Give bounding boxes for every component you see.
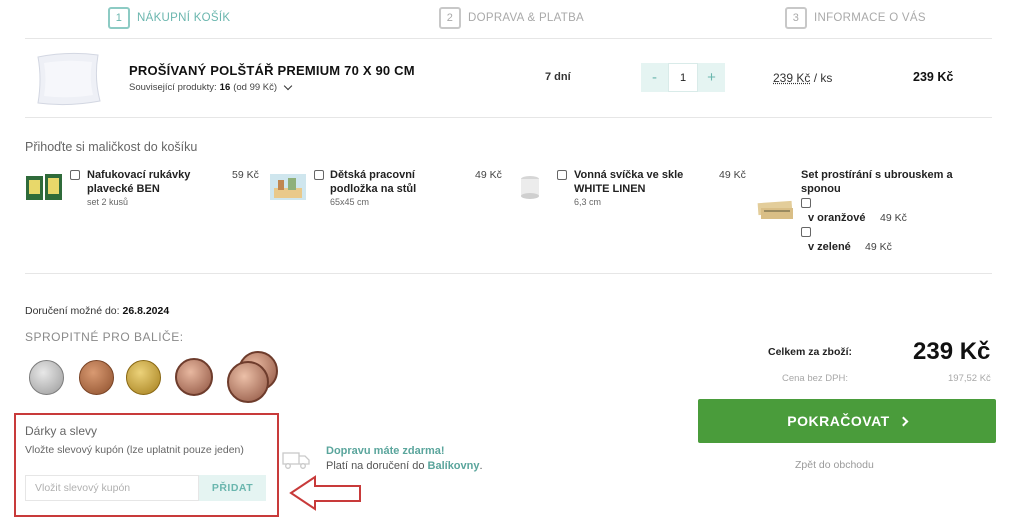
coin-2-icon[interactable] bbox=[79, 360, 114, 395]
delivery-date-value: 26.8.2024 bbox=[122, 305, 170, 317]
addon-name-line: plavecké BEN bbox=[87, 183, 160, 195]
total-label: Celkem za zboží: bbox=[768, 346, 853, 358]
coupon-input[interactable] bbox=[25, 475, 199, 501]
step-cart[interactable]: 1 NÁKUPNÍ KOŠÍK bbox=[108, 7, 230, 29]
candle-image[interactable] bbox=[519, 174, 541, 200]
addon-name-line: Dětská pracovní bbox=[330, 169, 415, 181]
step-label: DOPRAVA & PLATBA bbox=[468, 12, 585, 24]
step-number: 2 bbox=[439, 7, 461, 29]
step-label: INFORMACE O VÁS bbox=[814, 12, 926, 24]
free-shipping-pre: Platí na doručení do bbox=[326, 460, 428, 472]
unit-price: 239 Kč / ks bbox=[773, 71, 832, 85]
addon-name-line: WHITE LINEN bbox=[574, 183, 646, 195]
free-shipping-note: Platí na doručení do Balíkovny. bbox=[326, 460, 483, 472]
continue-button[interactable]: POKRAČOVAT bbox=[698, 399, 996, 443]
addon-name-line: Nafukovací rukávky bbox=[87, 169, 191, 181]
addon-checkbox[interactable] bbox=[314, 170, 324, 180]
variant-price: 49 Kč bbox=[865, 241, 892, 253]
divider bbox=[25, 117, 992, 118]
unit-price-value: 239 Kč bbox=[773, 71, 811, 85]
add-coupon-button[interactable]: PŘIDAT bbox=[199, 475, 266, 501]
play-mat-image[interactable] bbox=[270, 174, 306, 200]
net-price-value: 197,52 Kč bbox=[948, 373, 991, 384]
step-number: 3 bbox=[785, 7, 807, 29]
gifts-text: Vložte slevový kupón (lze uplatnit pouze… bbox=[25, 444, 244, 456]
coin-1-icon[interactable] bbox=[29, 360, 64, 395]
pillow-product-image[interactable] bbox=[34, 49, 102, 107]
addon-name[interactable]: Vonná svíčka ve skle WHITE LINEN bbox=[574, 168, 683, 196]
balikovna-link[interactable]: Balíkovny bbox=[428, 460, 480, 472]
net-price-label: Cena bez DPH: bbox=[782, 373, 849, 384]
coin-5-icon[interactable] bbox=[227, 361, 269, 403]
step-label: NÁKUPNÍ KOŠÍK bbox=[137, 12, 231, 24]
qty-decrease-button[interactable]: - bbox=[641, 63, 668, 92]
addon-checkbox[interactable] bbox=[557, 170, 567, 180]
addon-name-line: sponou bbox=[801, 183, 841, 195]
step-info[interactable]: 3 INFORMACE O VÁS bbox=[785, 7, 926, 29]
unit-suffix: / ks bbox=[810, 71, 833, 85]
addon-price: 59 Kč bbox=[232, 169, 259, 181]
product-name[interactable]: PROŠÍVANÝ POLŠTÁŘ PREMIUM 70 X 90 CM bbox=[129, 63, 415, 78]
arrow-left-icon bbox=[289, 475, 361, 511]
addon-name[interactable]: Dětská pracovní podložka na stůl bbox=[330, 168, 416, 196]
variant-label[interactable]: v zelené bbox=[808, 240, 851, 254]
addon-price: 49 Kč bbox=[475, 169, 502, 181]
addon-sub: 6,3 cm bbox=[574, 197, 602, 207]
related-label: Související produkty: bbox=[129, 82, 217, 93]
free-shipping-post: . bbox=[479, 460, 483, 472]
addon-name-line: Set prostírání s ubrouskem a bbox=[801, 169, 953, 181]
line-total: 239 Kč bbox=[913, 70, 954, 84]
addon-name-line: Vonná svíčka ve skle bbox=[574, 169, 684, 181]
back-to-shop-link[interactable]: Zpět do obchodu bbox=[795, 459, 874, 471]
related-from: (od 99 Kč) bbox=[233, 82, 278, 93]
placemat-set-image[interactable] bbox=[756, 199, 796, 221]
qty-value[interactable]: 1 bbox=[668, 63, 698, 92]
variant-checkbox[interactable] bbox=[801, 227, 811, 237]
addon-name[interactable]: Nafukovací rukávky plavecké BEN bbox=[87, 168, 190, 196]
variant-label[interactable]: v oranžové bbox=[808, 211, 865, 225]
variant-checkbox[interactable] bbox=[801, 198, 811, 208]
addon-price: 49 Kč bbox=[719, 169, 746, 181]
divider bbox=[25, 273, 992, 274]
coin-4-icon[interactable] bbox=[175, 358, 213, 396]
delivery-date: Doručení možné do: 26.8.2024 bbox=[25, 305, 169, 317]
related-products[interactable]: Související produkty: 16 (od 99 Kč) bbox=[129, 81, 293, 93]
truck-icon bbox=[282, 452, 310, 469]
continue-label: POKRAČOVAT bbox=[787, 413, 890, 429]
step-number: 1 bbox=[108, 7, 130, 29]
related-count: 16 bbox=[219, 82, 231, 93]
tip-heading: SPROPITNÉ PRO BALIČE: bbox=[25, 330, 184, 344]
total-value: 239 Kč bbox=[913, 338, 991, 365]
chevron-right-icon bbox=[898, 416, 909, 426]
free-shipping-title: Dopravu máte zdarma! bbox=[326, 445, 445, 457]
quantity-stepper: - 1 + bbox=[641, 63, 725, 92]
step-shipping[interactable]: 2 DOPRAVA & PLATBA bbox=[439, 7, 584, 29]
gifts-heading: Dárky a slevy bbox=[25, 424, 98, 438]
availability: 7 dní bbox=[545, 71, 571, 83]
chevron-down-icon bbox=[283, 81, 293, 91]
addons-heading: Přihoďte si maličkost do košíku bbox=[25, 140, 198, 154]
addon-sub: 65x45 cm bbox=[330, 197, 370, 207]
qty-increase-button[interactable]: + bbox=[698, 63, 725, 92]
addon-name-line: podložka na stůl bbox=[330, 183, 417, 195]
variant-price: 49 Kč bbox=[880, 212, 907, 224]
delivery-label: Doručení možné do: bbox=[25, 305, 120, 317]
addon-sub: set 2 kusů bbox=[87, 197, 129, 207]
armbands-image[interactable] bbox=[25, 172, 63, 202]
coin-3-icon[interactable] bbox=[126, 360, 161, 395]
addon-checkbox[interactable] bbox=[70, 170, 80, 180]
addon-name[interactable]: Set prostírání s ubrouskem a sponou bbox=[801, 168, 953, 196]
divider bbox=[25, 38, 992, 39]
